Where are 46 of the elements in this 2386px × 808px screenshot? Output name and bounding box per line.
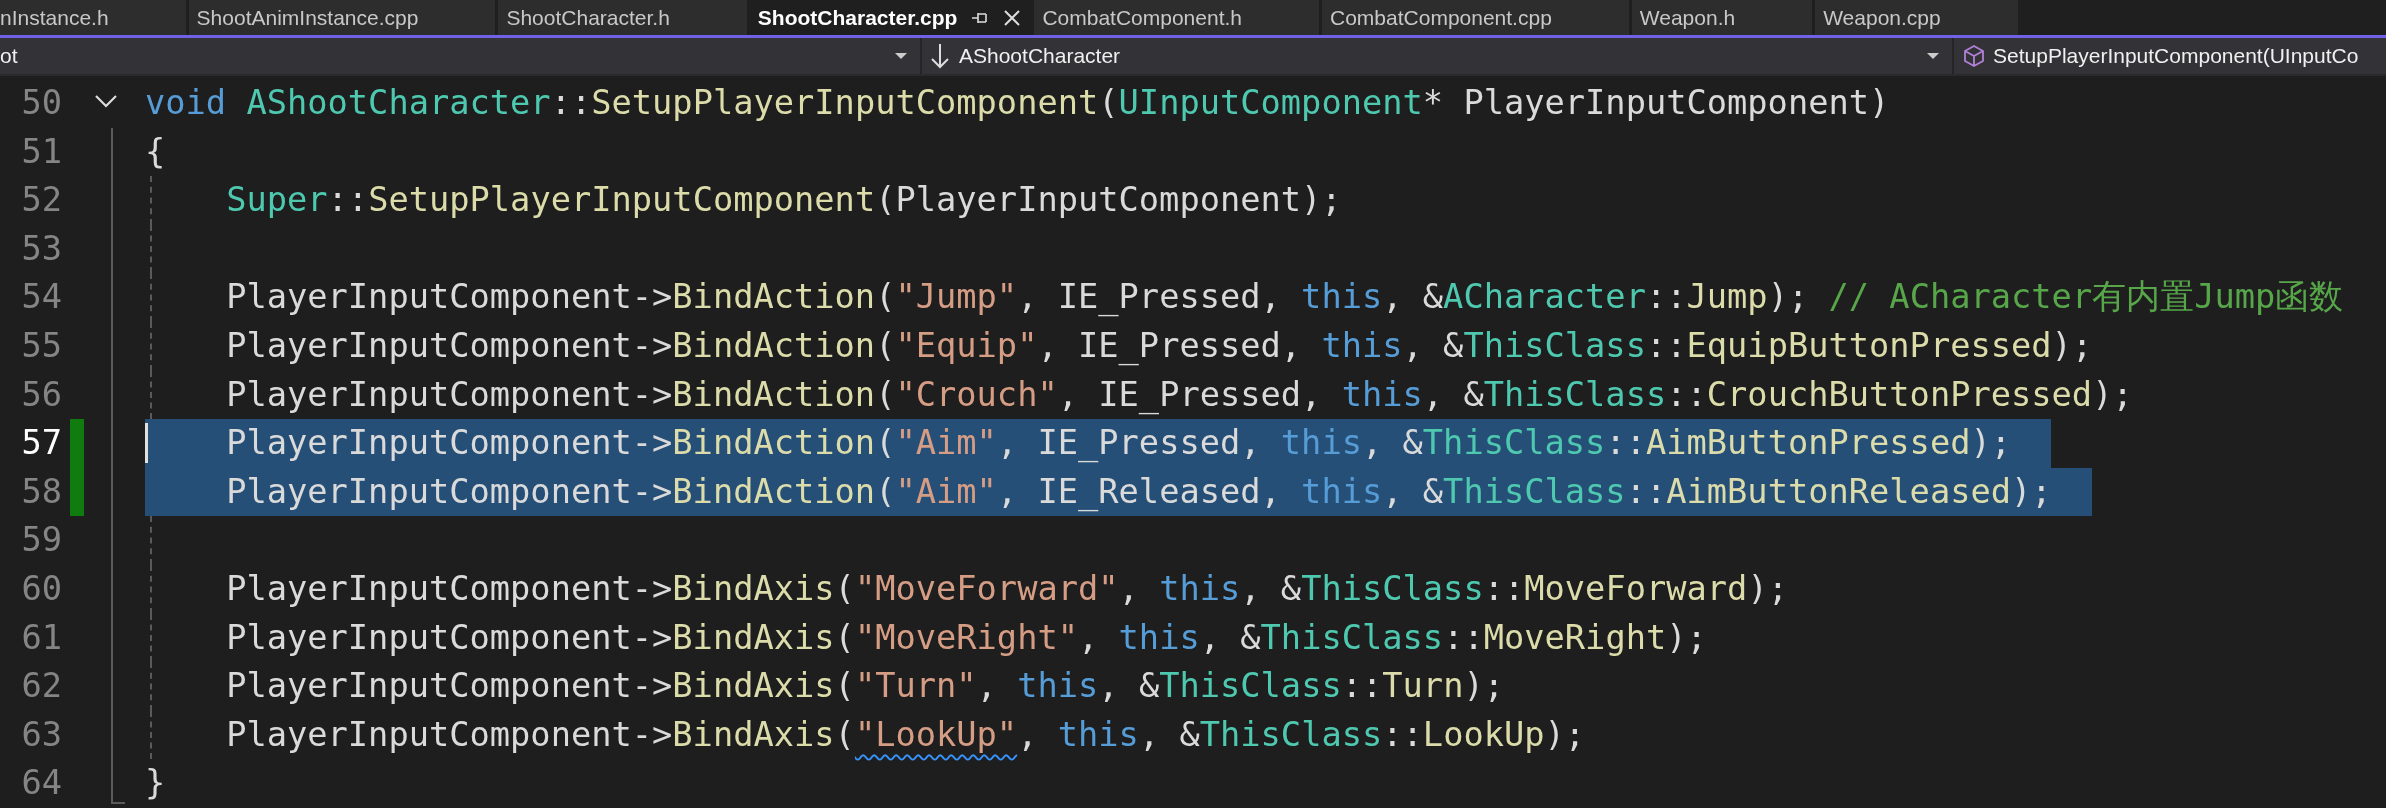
- line-number: 54: [20, 276, 63, 319]
- code-line: PlayerInputComponent->BindAxis("LookUp", this, &ThisClass::LookUp);: [225, 713, 1587, 756]
- cube-icon: [1962, 44, 1986, 68]
- file-tab[interactable]: nInstance.h: [0, 0, 186, 35]
- project-dropdown[interactable]: ot: [0, 38, 920, 74]
- line-number: 50: [20, 82, 63, 124]
- file-tab[interactable]: CombatComponent.h: [1034, 0, 1319, 35]
- class-dropdown[interactable]: AShootCharacter: [920, 38, 1952, 74]
- line-number: 52: [20, 179, 63, 222]
- file-tab[interactable]: ShootCharacter.h: [498, 0, 747, 35]
- line-number: 62: [20, 665, 63, 708]
- line-number: 51: [20, 130, 63, 173]
- file-tab[interactable]: Weapon.h: [1631, 0, 1813, 35]
- code-line: PlayerInputComponent->BindAxis("Turn", this, &ThisClass::Turn);: [225, 665, 1505, 708]
- code-line: PlayerInputComponent->BindAction("Jump", IE_Pressed, this, &ACharacter::Jump); // ACharacter有内置Jump函数: [225, 276, 2345, 319]
- down-arrow-icon: [930, 43, 950, 69]
- text-cursor: [145, 423, 148, 464]
- code-line: PlayerInputComponent->BindAction("Equip", IE_Pressed, this, &ThisClass::EquipButtonPressed);: [225, 324, 2094, 368]
- caret-icon: [1926, 52, 1940, 60]
- code-line: void AShootCharacter::SetupPlayerInputComponent(UInputComponent* PlayerInputComponent): [145, 82, 1891, 124]
- line-number: 63: [20, 713, 63, 756]
- line-number: 57: [20, 422, 63, 465]
- code-line: }: [145, 762, 167, 805]
- line-number: 53: [20, 227, 63, 270]
- code-line: {: [145, 130, 167, 173]
- line-number: 58: [20, 470, 63, 513]
- line-number: 64: [20, 762, 63, 805]
- line-number: 61: [20, 616, 63, 659]
- class-name: AShootCharacter: [959, 44, 1122, 68]
- file-tab[interactable]: Weapon.cpp: [1815, 0, 2018, 35]
- line-number: 60: [20, 567, 63, 610]
- code-line: PlayerInputComponent->BindAxis("MoveForward", this, &ThisClass::MoveForward);: [225, 567, 1789, 610]
- line-number: 59: [20, 519, 63, 562]
- file-tab[interactable]: ShootAnimInstance.cpp: [188, 0, 496, 35]
- file-tab[interactable]: CombatComponent.cpp: [1322, 0, 1629, 35]
- line-number: 56: [20, 373, 63, 416]
- member-name: SetupPlayerInputComponent(UInputCo: [1993, 44, 2359, 68]
- code-line: PlayerInputComponent->BindAction("Crouch", IE_Pressed, this, &ThisClass::CrouchButtonPressed);: [225, 373, 2134, 417]
- caret-icon: [894, 52, 908, 60]
- code-line: Super::SetupPlayerInputComponent(PlayerInputComponent);: [225, 179, 1343, 222]
- close-icon[interactable]: [1003, 8, 1022, 27]
- chevron-icon[interactable]: [94, 94, 118, 108]
- line-number: 55: [20, 324, 63, 367]
- project-name: ot: [0, 44, 19, 68]
- code-line: PlayerInputComponent->BindAxis("MoveRight", this, &ThisClass::MoveRight);: [225, 616, 1708, 659]
- member-dropdown[interactable]: SetupPlayerInputComponent(UInputCo: [1952, 38, 2386, 74]
